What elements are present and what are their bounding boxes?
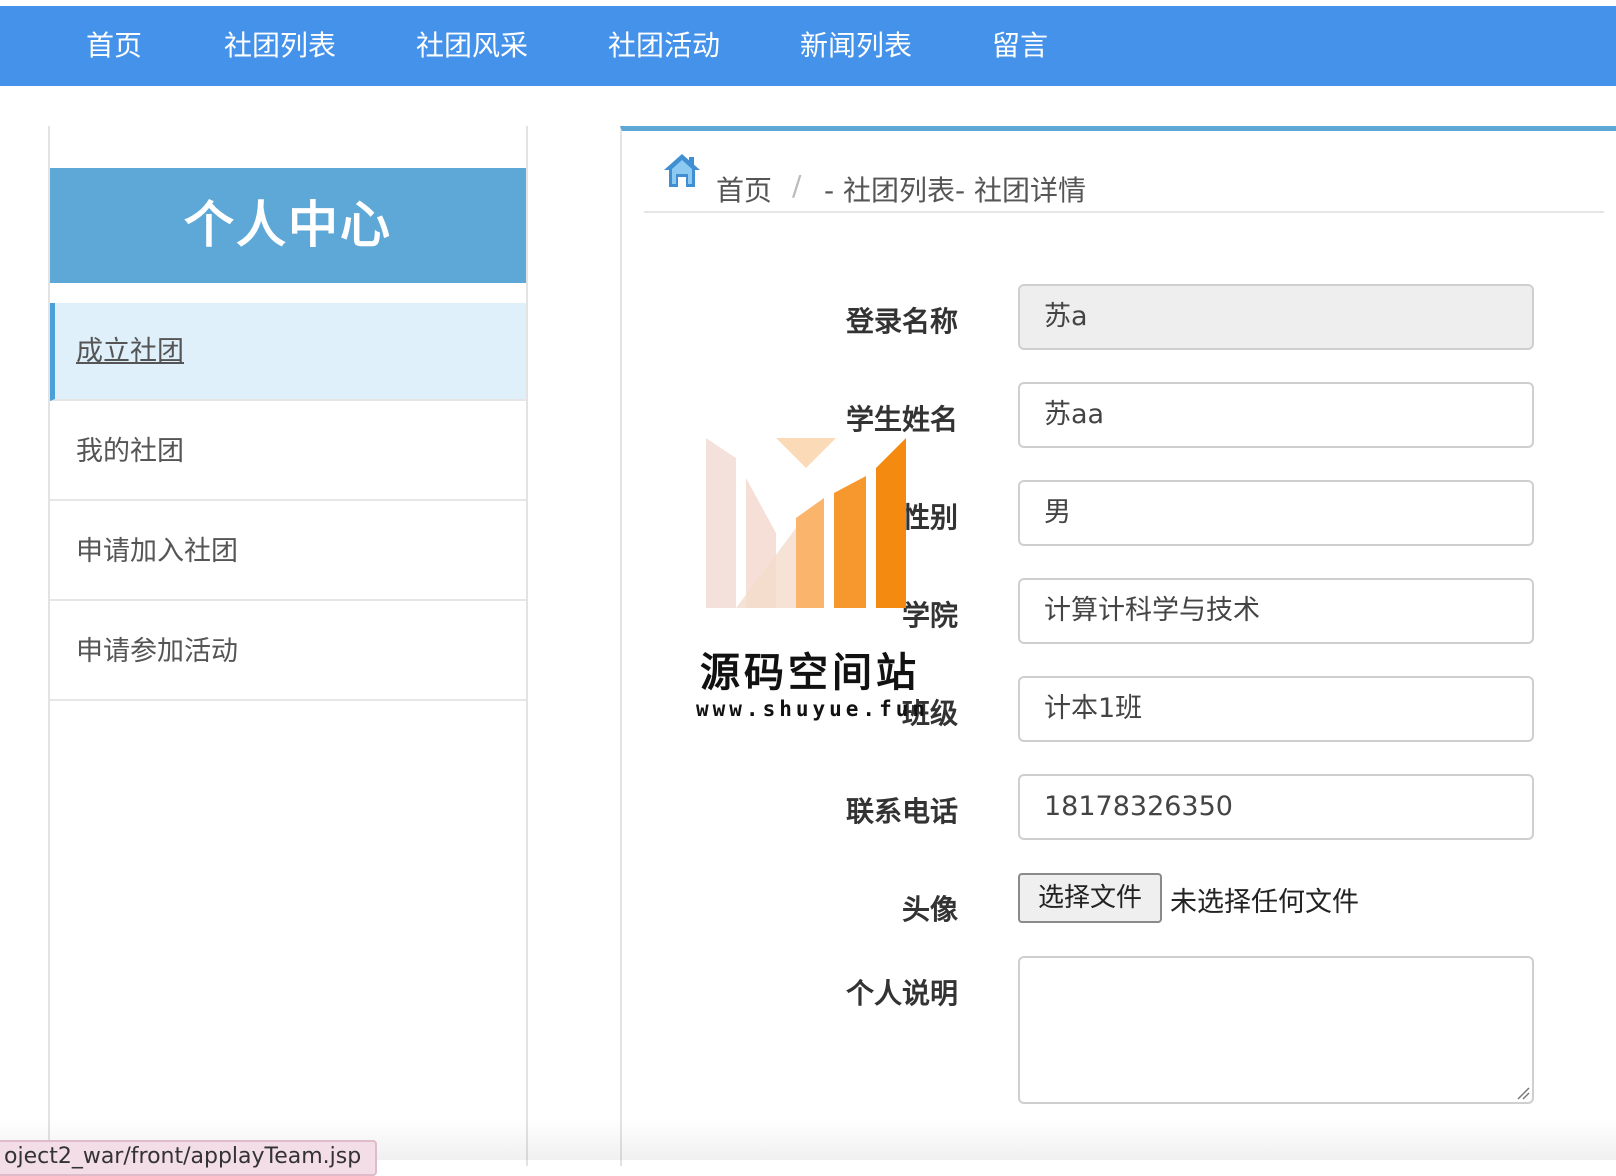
breadcrumb-home-link[interactable]: 首页	[716, 169, 772, 209]
sidebar-item-join-activity[interactable]: 申请参加活动	[50, 603, 526, 701]
class-field[interactable]: 计本1班	[1018, 676, 1534, 742]
college-field[interactable]: 计算计科学与技术	[1018, 578, 1534, 644]
student-name-label: 学生姓名	[845, 403, 958, 436]
sidebar-item-join-club[interactable]: 申请加入社团	[50, 503, 526, 601]
watermark-url: www.shuyue.fun	[696, 697, 930, 721]
sidebar-item-create-club[interactable]: 成立社团	[50, 303, 526, 401]
resize-grip-icon[interactable]	[1516, 1086, 1530, 1100]
home-icon[interactable]	[662, 151, 702, 191]
nav-item-club-style[interactable]: 社团风采	[416, 6, 528, 86]
nav-item-news-list[interactable]: 新闻列表	[800, 6, 912, 86]
file-status-text: 未选择任何文件	[1170, 887, 1359, 918]
sidebar: 个人中心 成立社团 我的社团 申请加入社团 申请参加活动	[48, 126, 528, 1166]
login-name-field[interactable]: 苏a	[1018, 284, 1534, 350]
breadcrumb: 首页 / - 社团列表- 社团详情	[644, 151, 1604, 213]
nav-item-club-activities[interactable]: 社团活动	[608, 6, 720, 86]
avatar-label: 头像	[901, 893, 958, 926]
nav-item-club-list[interactable]: 社团列表	[224, 6, 336, 86]
phone-label: 联系电话	[845, 795, 958, 828]
breadcrumb-path: - 社团列表- 社团详情	[824, 174, 1087, 207]
sidebar-item-my-clubs[interactable]: 我的社团	[50, 403, 526, 501]
watermark-logo	[706, 438, 906, 608]
nav-item-messages[interactable]: 留言	[992, 6, 1048, 86]
breadcrumb-separator: /	[792, 169, 802, 202]
watermark-title: 源码空间站	[700, 650, 920, 696]
sidebar-title: 个人中心	[50, 168, 526, 283]
top-nav-bar: 首页 社团列表 社团风采 社团活动 新闻列表 留言	[0, 6, 1616, 86]
status-bar-url: oject2_war/front/applayTeam.jsp	[0, 1140, 378, 1176]
nav-item-home[interactable]: 首页	[86, 6, 142, 86]
student-name-field[interactable]: 苏aa	[1018, 382, 1534, 448]
bio-textarea[interactable]	[1018, 956, 1534, 1104]
gender-field[interactable]: 男	[1018, 480, 1534, 546]
login-name-label: 登录名称	[845, 305, 958, 338]
choose-file-button[interactable]: 选择文件	[1018, 873, 1162, 923]
bio-label: 个人说明	[845, 977, 958, 1010]
phone-field[interactable]: 18178326350	[1018, 774, 1534, 840]
